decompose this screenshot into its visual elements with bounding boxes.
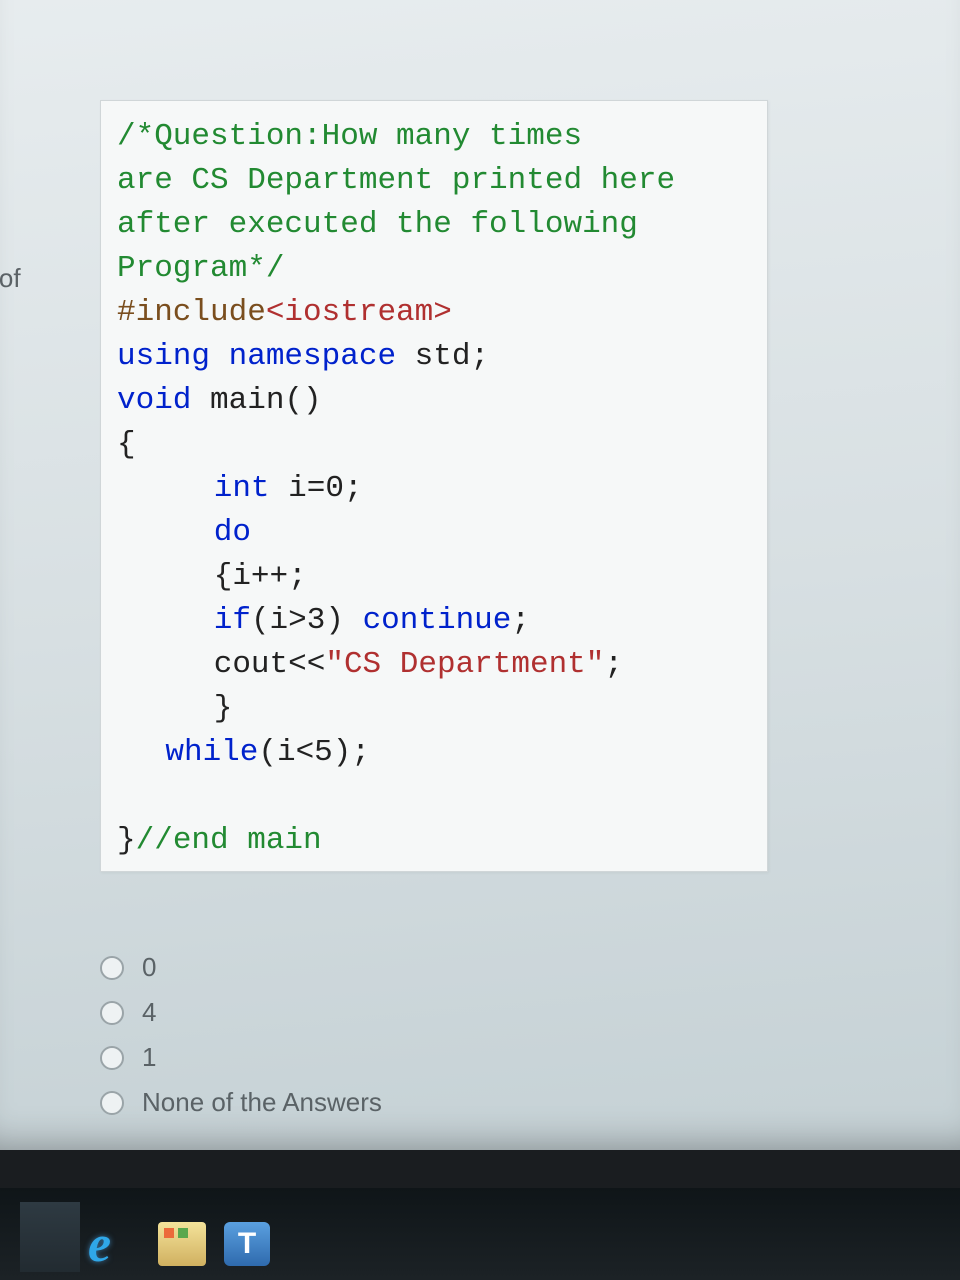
- code-comment: //end main: [136, 823, 322, 858]
- question-content: /*Question:How many times are CS Departm…: [100, 100, 920, 1132]
- radio-icon[interactable]: [100, 1046, 124, 1070]
- taskbar-app-icon[interactable]: [20, 1202, 80, 1272]
- code-token: {i++;: [214, 559, 307, 594]
- code-token: #include: [117, 295, 266, 330]
- answer-label: 1: [142, 1042, 156, 1073]
- radio-icon[interactable]: [100, 956, 124, 980]
- code-comment: after executed the following: [117, 207, 638, 242]
- answer-label: 4: [142, 997, 156, 1028]
- code-token: ;: [511, 603, 530, 638]
- sidebar-text-1: d: [0, 218, 65, 257]
- file-explorer-icon[interactable]: [158, 1222, 206, 1266]
- code-token: }: [214, 691, 233, 726]
- question-number: 3: [0, 122, 65, 178]
- code-token: while: [165, 735, 258, 770]
- code-token: do: [214, 515, 251, 550]
- code-comment: are CS Department printed here: [117, 163, 675, 198]
- code-token: int: [214, 471, 270, 506]
- code-token: (i>3): [251, 603, 363, 638]
- code-token: (i<5);: [258, 735, 370, 770]
- code-token: "CS Department": [325, 647, 604, 682]
- taskbar: e T: [0, 1188, 960, 1280]
- answer-option-1[interactable]: 1: [100, 1042, 920, 1073]
- code-token: namespace: [229, 339, 396, 374]
- code-block: /*Question:How many times are CS Departm…: [100, 100, 768, 872]
- internet-explorer-icon[interactable]: e: [88, 1215, 111, 1274]
- answer-label: None of the Answers: [142, 1087, 382, 1118]
- taskbar-t-app-icon[interactable]: T: [224, 1222, 270, 1266]
- question-sidebar: 3 d ut of: [0, 120, 65, 300]
- code-token: void: [117, 383, 191, 418]
- answer-option-0[interactable]: 0: [100, 952, 920, 983]
- code-token: if: [214, 603, 251, 638]
- code-token: ;: [604, 647, 623, 682]
- quiz-window: 3 d ut of /*Question:How many times are …: [0, 0, 960, 1150]
- code-token: i=0;: [270, 471, 363, 506]
- answer-options: 0 4 1 None of the Answers: [100, 952, 920, 1118]
- answer-label: 0: [142, 952, 156, 983]
- radio-icon[interactable]: [100, 1001, 124, 1025]
- code-token: }: [117, 823, 136, 858]
- code-token: cout<<: [214, 647, 326, 682]
- code-token: main(): [191, 383, 321, 418]
- code-comment: /*Question:How many times: [117, 119, 582, 154]
- code-token: {: [117, 427, 136, 462]
- code-token: std;: [415, 339, 489, 374]
- code-comment: Program*/: [117, 251, 284, 286]
- sidebar-text-2: ut of: [0, 259, 65, 298]
- answer-option-none[interactable]: None of the Answers: [100, 1087, 920, 1118]
- radio-icon[interactable]: [100, 1091, 124, 1115]
- code-token: using: [117, 339, 210, 374]
- answer-option-4[interactable]: 4: [100, 997, 920, 1028]
- code-token: continue: [363, 603, 512, 638]
- code-token: <iostream>: [266, 295, 452, 330]
